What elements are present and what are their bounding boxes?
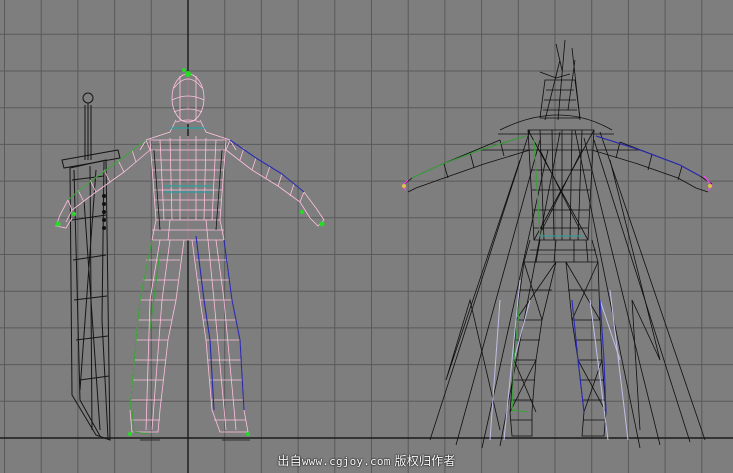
left-character-wireframe	[55, 68, 325, 441]
3d-viewport[interactable]: 出自www.cgjoy.com 版权归作者	[0, 0, 733, 473]
watermark: 出自www.cgjoy.com 版权归作者	[0, 452, 733, 469]
sword-wireframe	[61, 92, 121, 441]
watermark-prefix: 出自	[277, 454, 302, 468]
right-character-wireframe	[401, 39, 713, 449]
watermark-suffix: 版权归作者	[394, 454, 456, 468]
wireframe-scene	[55, 39, 713, 449]
watermark-site: www.cgjoy.com	[301, 455, 391, 468]
